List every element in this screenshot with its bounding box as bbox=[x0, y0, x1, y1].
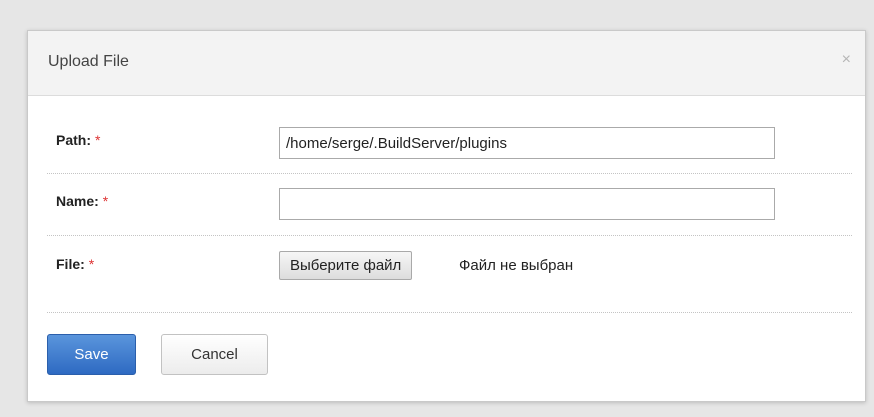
cancel-button[interactable]: Cancel bbox=[161, 334, 268, 375]
file-status-text: Файл не выбран bbox=[459, 257, 574, 274]
dialog-header: Upload File × bbox=[28, 31, 865, 96]
required-marker: * bbox=[88, 256, 95, 272]
required-marker: * bbox=[95, 132, 101, 148]
required-marker: * bbox=[102, 193, 109, 209]
dialog-title: Upload File bbox=[48, 53, 129, 70]
name-label: Name: * bbox=[56, 193, 109, 209]
save-button[interactable]: Save bbox=[47, 334, 136, 375]
name-row: Name: * bbox=[47, 173, 852, 236]
upload-file-dialog: Upload File × Path:* Name:* File:* Выбер… bbox=[27, 30, 866, 402]
name-input[interactable] bbox=[279, 188, 775, 220]
path-row: Path: * bbox=[47, 111, 852, 174]
file-row: File: * Выберите файл Файл не выбран bbox=[47, 235, 852, 313]
path-input[interactable] bbox=[279, 127, 775, 159]
close-icon[interactable]: × bbox=[842, 51, 851, 69]
path-label: Path: * bbox=[56, 132, 101, 148]
file-label: File: * bbox=[56, 256, 95, 272]
choose-file-button[interactable]: Выберите файл bbox=[279, 251, 413, 280]
